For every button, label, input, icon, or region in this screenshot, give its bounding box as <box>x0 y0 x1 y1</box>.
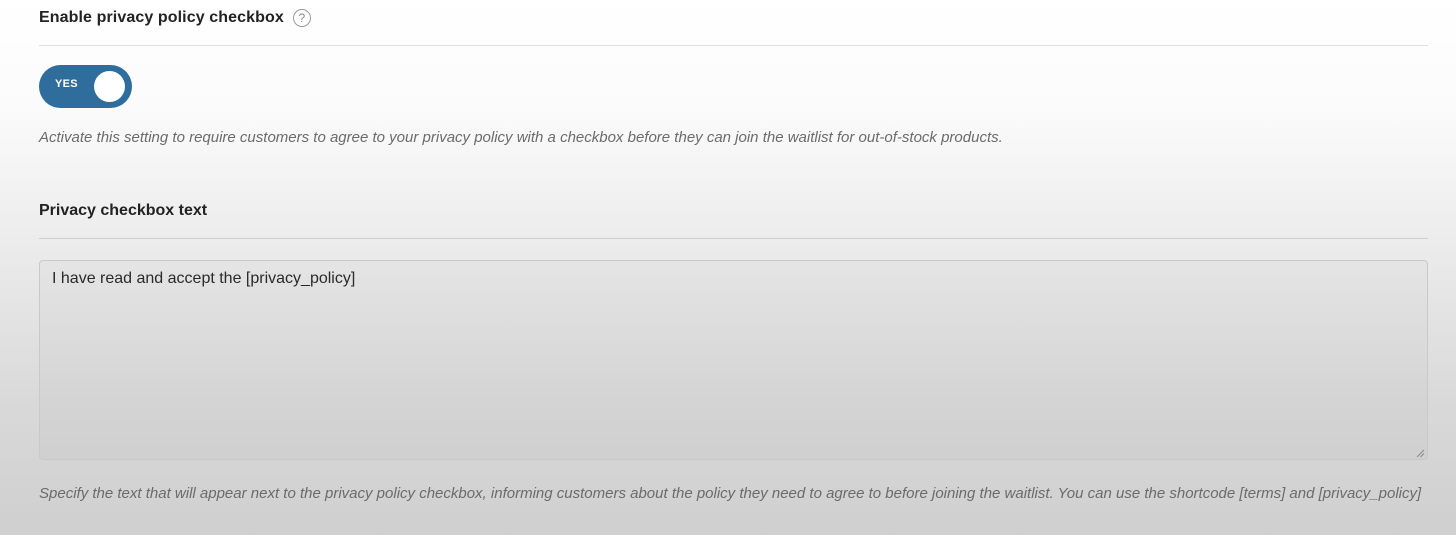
privacy-checkbox-toggle[interactable]: YES <box>39 65 132 108</box>
privacy-checkbox-text-input[interactable] <box>39 260 1428 460</box>
privacy-setting-description: Activate this setting to require custome… <box>39 129 1003 146</box>
privacy-setting-title-text: Enable privacy policy checkbox <box>39 9 284 26</box>
question-circle-icon[interactable]: ? <box>292 9 311 27</box>
checkbox-text-title: Privacy checkbox text <box>39 202 208 219</box>
checkbox-text-description: Specify the text that will appear next t… <box>39 485 1422 502</box>
toggle-label: YES <box>55 78 78 90</box>
divider <box>39 45 1428 46</box>
privacy-setting-title: Enable privacy policy checkbox ? <box>39 9 311 27</box>
divider <box>39 238 1428 239</box>
resize-handle-icon[interactable] <box>1415 448 1425 458</box>
toggle-knob <box>94 71 125 102</box>
